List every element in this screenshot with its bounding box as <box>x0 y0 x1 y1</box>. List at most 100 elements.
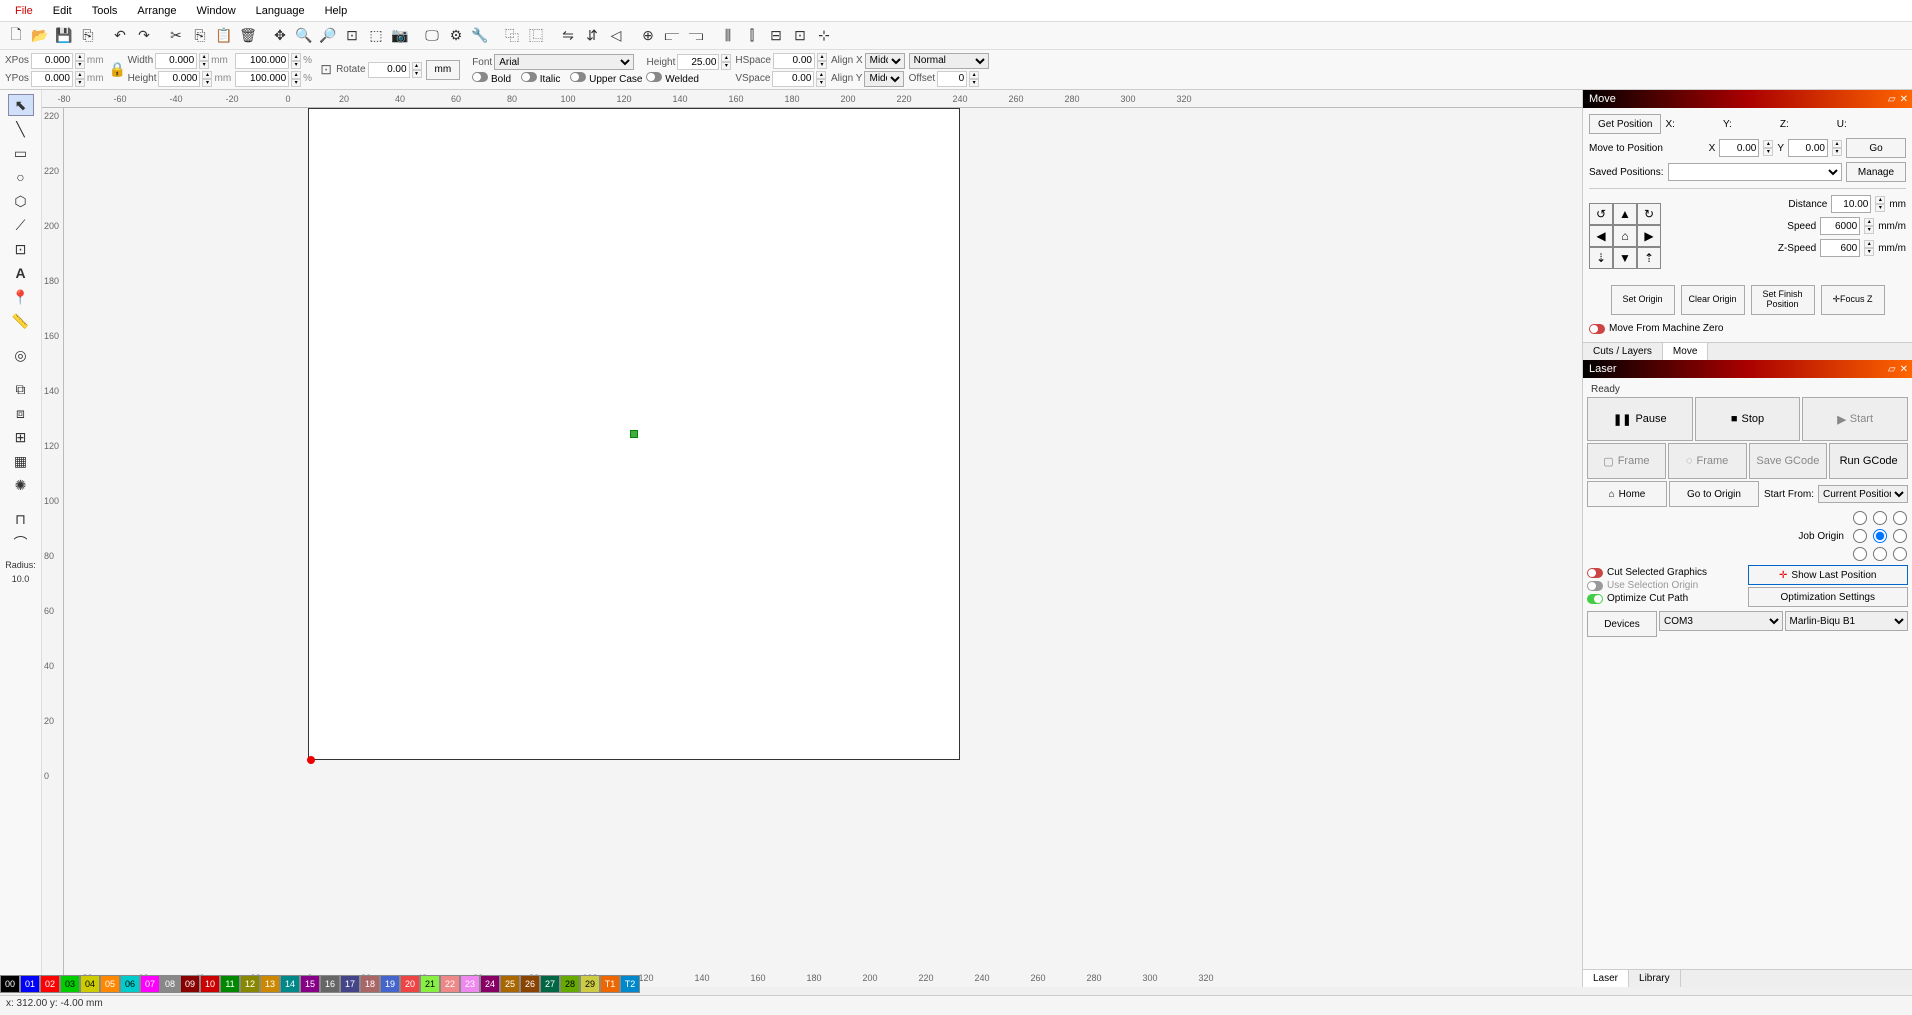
scale-y-input[interactable] <box>235 71 289 87</box>
jog-rotate-ccw-icon[interactable]: ↺ <box>1589 203 1613 225</box>
align-center-icon[interactable]: ⊕ <box>637 25 659 47</box>
zspeed-input[interactable] <box>1820 239 1860 257</box>
close-icon[interactable]: ✕ <box>1900 94 1908 105</box>
speed-input[interactable] <box>1820 217 1860 235</box>
array-tool-icon[interactable]: ⊞ <box>8 426 34 448</box>
tab-tool-icon[interactable]: ⊓ <box>8 508 34 530</box>
align-middle-icon[interactable]: ⫎ <box>685 25 707 47</box>
scale-x-input[interactable] <box>235 53 289 69</box>
jog-home-icon[interactable]: ⌂ <box>1613 225 1637 247</box>
zoom-sel-icon[interactable]: ⬚ <box>365 25 387 47</box>
menu-edit[interactable]: Edit <box>43 3 82 19</box>
color-swatch-18[interactable]: 18 <box>360 975 380 993</box>
manage-button[interactable]: Manage <box>1846 162 1906 182</box>
grid-tool-icon[interactable]: ▦ <box>8 450 34 472</box>
color-swatch-02[interactable]: 02 <box>40 975 60 993</box>
save-gcode-button[interactable]: Save GCode <box>1749 443 1828 479</box>
focus-z-button[interactable]: ✛ Focus Z <box>1821 285 1885 315</box>
new-icon[interactable]: 🗋 <box>5 25 27 47</box>
color-swatch-20[interactable]: 20 <box>400 975 420 993</box>
bold-toggle[interactable] <box>472 72 488 82</box>
import-icon[interactable]: ⎘ <box>77 25 99 47</box>
undo-icon[interactable]: ↶ <box>109 25 131 47</box>
marker-tool-icon[interactable]: 📍 <box>8 286 34 308</box>
delete-icon[interactable]: 🗑 <box>237 25 259 47</box>
canvas-area[interactable]: -80-60-40-200204060801001201401601802002… <box>42 90 1582 987</box>
color-swatch-08[interactable]: 08 <box>160 975 180 993</box>
origin-bl[interactable] <box>1852 547 1868 561</box>
menu-help[interactable]: Help <box>315 3 358 19</box>
pause-button[interactable]: ❚❚Pause <box>1587 397 1693 441</box>
zoom-out-icon[interactable]: 🔎 <box>317 25 339 47</box>
menu-arrange[interactable]: Arrange <box>127 3 186 19</box>
ellipse-tool-icon[interactable]: ○ <box>8 166 34 188</box>
text-tool-icon[interactable]: A <box>8 262 34 284</box>
menu-tools[interactable]: Tools <box>82 3 128 19</box>
color-swatch-T1[interactable]: T1 <box>600 975 620 993</box>
show-last-position-button[interactable]: ✛Show Last Position <box>1748 565 1909 585</box>
jog-down-icon[interactable]: ▼ <box>1613 247 1637 269</box>
get-position-button[interactable]: Get Position <box>1589 114 1661 134</box>
color-swatch-03[interactable]: 03 <box>60 975 80 993</box>
optimization-settings-button[interactable]: Optimization Settings <box>1748 587 1909 607</box>
mirror-icon[interactable]: ◁ <box>605 25 627 47</box>
move-y-input[interactable] <box>1788 139 1828 157</box>
canvas[interactable]: -80-60-40-200204060801001201401601802002… <box>64 108 1582 987</box>
color-swatch-14[interactable]: 14 <box>280 975 300 993</box>
jog-right-icon[interactable]: ▶ <box>1637 225 1661 247</box>
color-swatch-12[interactable]: 12 <box>240 975 260 993</box>
color-swatch-21[interactable]: 21 <box>420 975 440 993</box>
color-swatch-00[interactable]: 00 <box>0 975 20 993</box>
space-h-icon[interactable]: ⊟ <box>765 25 787 47</box>
distance-input[interactable] <box>1831 195 1871 213</box>
color-swatch-23[interactable]: 23 <box>460 975 480 993</box>
color-swatch-05[interactable]: 05 <box>100 975 120 993</box>
vspace-input[interactable] <box>772 71 814 87</box>
flip-h-icon[interactable]: ⇋ <box>557 25 579 47</box>
space-v-icon[interactable]: ⊡ <box>789 25 811 47</box>
camera-icon[interactable]: 📷 <box>389 25 411 47</box>
aligny-select[interactable]: Middle <box>864 71 904 87</box>
unit-mm-button[interactable]: mm <box>426 60 461 80</box>
start-from-select[interactable]: Current Position <box>1818 485 1908 503</box>
origin-mc[interactable] <box>1872 529 1888 543</box>
jog-up-icon[interactable]: ▲ <box>1613 203 1637 225</box>
menu-language[interactable]: Language <box>246 3 315 19</box>
corner-tool-icon[interactable]: ⌒ <box>8 532 34 554</box>
color-swatch-11[interactable]: 11 <box>220 975 240 993</box>
anchor-icon[interactable]: ⊡ <box>316 56 336 84</box>
origin-bc[interactable] <box>1872 547 1888 561</box>
offset-input[interactable] <box>937 71 967 87</box>
group-icon[interactable]: ⿻ <box>501 25 523 47</box>
origin-tr[interactable] <box>1892 511 1908 525</box>
line-tool-icon[interactable]: ╲ <box>8 118 34 140</box>
tab-move[interactable]: Move <box>1663 343 1708 360</box>
optimize-cut-toggle[interactable] <box>1587 594 1603 604</box>
tab-laser[interactable]: Laser <box>1583 970 1629 987</box>
redo-icon[interactable]: ↷ <box>133 25 155 47</box>
open-icon[interactable]: 📂 <box>29 25 51 47</box>
upper-toggle[interactable] <box>570 72 586 82</box>
color-swatch-09[interactable]: 09 <box>180 975 200 993</box>
radial-tool-icon[interactable]: ✺ <box>8 474 34 496</box>
color-swatch-06[interactable]: 06 <box>120 975 140 993</box>
frame-rect-button[interactable]: ▢ Frame <box>1587 443 1666 479</box>
color-swatch-26[interactable]: 26 <box>520 975 540 993</box>
ungroup-icon[interactable]: ⿺ <box>525 25 547 47</box>
zoom-in-icon[interactable]: 🔍 <box>293 25 315 47</box>
monitor-icon[interactable]: 🖵 <box>421 25 443 47</box>
home-button[interactable]: ⌂ Home <box>1587 481 1667 507</box>
ypos-input[interactable] <box>31 71 73 87</box>
hspace-input[interactable] <box>773 53 815 69</box>
color-swatch-27[interactable]: 27 <box>540 975 560 993</box>
use-selection-toggle[interactable] <box>1587 581 1603 591</box>
color-swatch-24[interactable]: 24 <box>480 975 500 993</box>
move-zero-toggle[interactable] <box>1589 324 1605 334</box>
origin-mr[interactable] <box>1892 529 1908 543</box>
color-swatch-29[interactable]: 29 <box>580 975 600 993</box>
alignx-select[interactable]: Middle <box>865 53 905 69</box>
color-swatch-07[interactable]: 07 <box>140 975 160 993</box>
color-swatch-04[interactable]: 04 <box>80 975 100 993</box>
distribute-v-icon[interactable]: ⫿ <box>741 25 763 47</box>
wrench-icon[interactable]: 🔧 <box>469 25 491 47</box>
